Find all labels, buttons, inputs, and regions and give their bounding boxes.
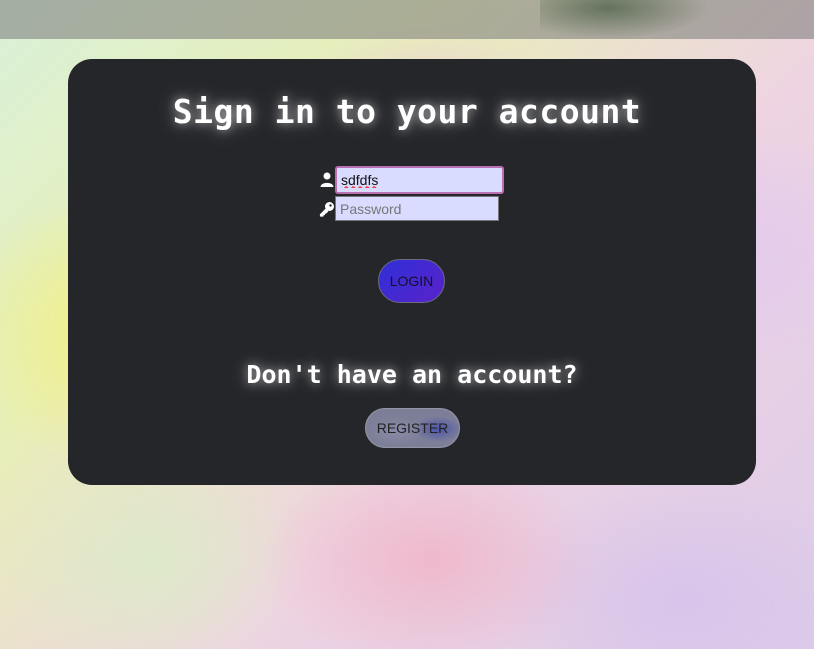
username-row (319, 165, 504, 194)
password-input[interactable] (335, 196, 499, 221)
background-header-band (0, 0, 814, 39)
register-button[interactable]: REGISTER (365, 408, 460, 448)
key-icon (319, 201, 335, 217)
user-icon (319, 172, 335, 188)
register-prompt: Don't have an account? (246, 360, 578, 389)
login-button[interactable]: LOGIN (378, 259, 445, 303)
username-input[interactable] (335, 165, 504, 194)
page-title: Sign in to your account (172, 92, 642, 131)
password-row (319, 195, 499, 222)
